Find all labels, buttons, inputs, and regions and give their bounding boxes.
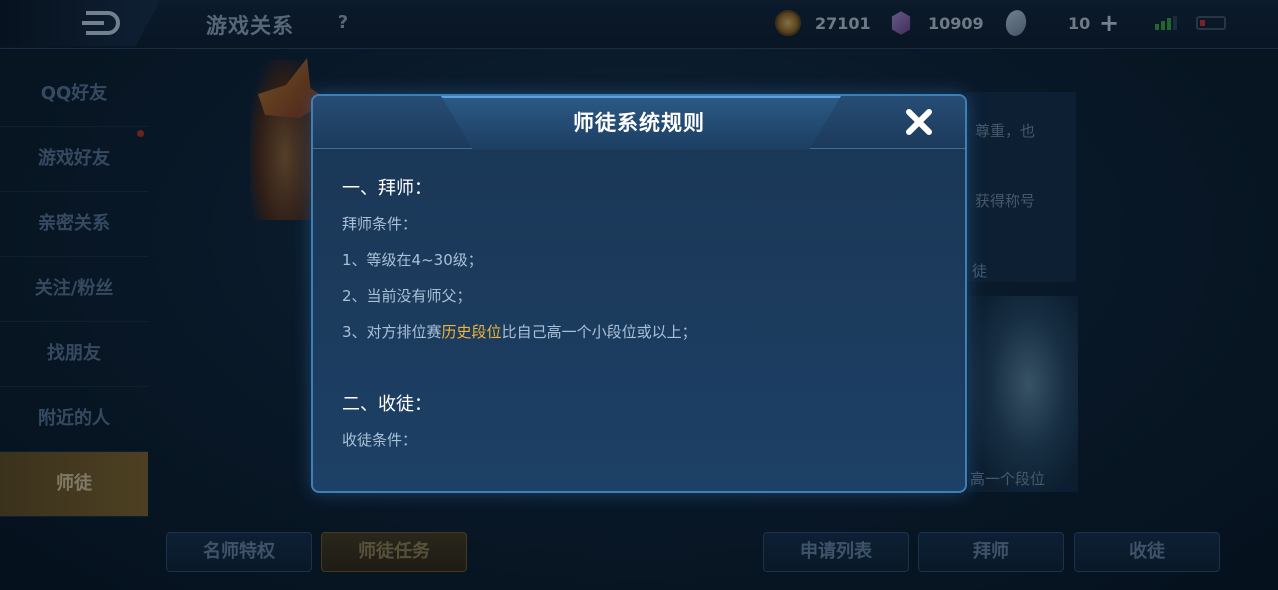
rule-3-prefix: 3、对方排位赛 [342, 323, 442, 341]
rule-3-highlight: 历史段位 [441, 323, 502, 341]
rule-3: 3、对方排位赛历史段位比自己高一个小段位或以上； [342, 322, 942, 358]
disciple-conditions-label: 收徒条件： [342, 431, 418, 449]
apprentice-conditions-label: 拜师条件： [342, 215, 418, 233]
rules-dialog: 师徒系统规则 一、拜师： 拜师条件： 1、等级在4~30级； 2、当前没有师父；… [311, 94, 967, 493]
dialog-body: 一、拜师： 拜师条件： 1、等级在4~30级； 2、当前没有师父； 3、对方排位… [342, 174, 942, 466]
dialog-title: 师徒系统规则 [573, 111, 705, 135]
section-title-apprentice: 一、拜师： [342, 178, 432, 199]
rule-2: 2、当前没有师父； [342, 287, 472, 305]
section-title-disciple: 二、收徒： [342, 394, 432, 415]
close-icon[interactable] [903, 106, 935, 138]
dialog-header: 师徒系统规则 [313, 96, 965, 150]
rule-1: 1、等级在4~30级； [342, 251, 483, 269]
rule-3-suffix: 比自己高一个小段位或以上； [501, 323, 697, 341]
